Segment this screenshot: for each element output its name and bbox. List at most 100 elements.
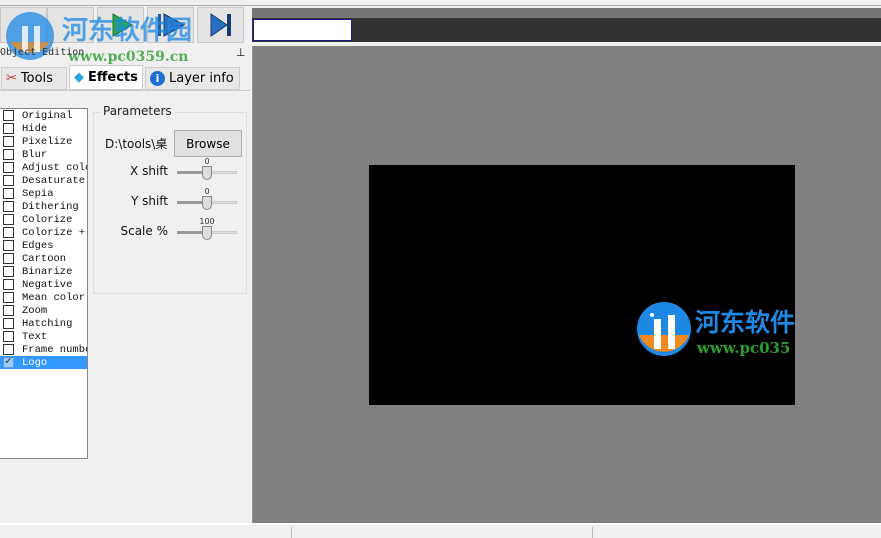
checkbox[interactable]: [3, 175, 14, 186]
slider-thumb[interactable]: [202, 166, 212, 180]
effect-item[interactable]: Dithering: [0, 200, 87, 213]
status-separator: [291, 527, 292, 538]
effect-item[interactable]: Negative: [0, 278, 87, 291]
effect-item[interactable]: Pixelize: [0, 135, 87, 148]
checkbox[interactable]: [3, 292, 14, 303]
tools-icon: ✂: [6, 71, 17, 86]
effect-item[interactable]: Cartoon: [0, 252, 87, 265]
effect-label: Original: [22, 109, 73, 122]
slider-value: 0: [204, 157, 210, 166]
skip-end-button[interactable]: [197, 7, 244, 43]
skip-end-icon: [210, 13, 231, 37]
browse-button[interactable]: Browse: [174, 130, 242, 157]
checkbox[interactable]: [3, 214, 14, 225]
effect-item[interactable]: Sepia: [0, 187, 87, 200]
effect-label: Blur: [22, 148, 48, 161]
slider-thumb[interactable]: [202, 196, 212, 210]
effect-item[interactable]: Mean color: [0, 291, 87, 304]
timeline[interactable]: [252, 8, 881, 42]
checkbox[interactable]: ✓: [3, 357, 14, 368]
checkbox[interactable]: [3, 227, 14, 238]
effect-item[interactable]: Zoom: [0, 304, 87, 317]
effect-item[interactable]: Desaturate: [0, 174, 87, 187]
checkbox[interactable]: [3, 188, 14, 199]
slider[interactable]: [177, 196, 237, 210]
checkbox[interactable]: [3, 149, 14, 160]
slider[interactable]: [177, 166, 237, 180]
tab-layer-info[interactable]: i Layer info: [145, 67, 240, 90]
effect-item[interactable]: Hide: [0, 122, 87, 135]
watermark-title: 河东软件园: [62, 16, 193, 46]
parameters-title: Parameters: [100, 104, 175, 118]
slider-value: 0: [204, 187, 210, 196]
checkbox[interactable]: [3, 240, 14, 251]
slider-value: 100: [199, 217, 215, 226]
slider-label: Scale %: [120, 224, 168, 238]
checkbox[interactable]: [3, 136, 14, 147]
checkbox[interactable]: [3, 266, 14, 277]
panel-title-text: Object Edition: [0, 47, 85, 58]
logo-overlay-title: 河东软件: [695, 308, 795, 337]
tab-effects[interactable]: ◆ Effects: [69, 65, 143, 90]
effect-label: Frame numbe: [22, 343, 88, 356]
timeline-selection[interactable]: [253, 19, 352, 41]
slider-label: X shift: [130, 164, 168, 178]
effect-label: Edges: [22, 239, 54, 252]
checkbox[interactable]: [3, 331, 14, 342]
checkbox[interactable]: [3, 344, 14, 355]
effect-label: Colorize: [22, 213, 73, 226]
checkbox[interactable]: [3, 201, 14, 212]
effect-item[interactable]: Text: [0, 330, 87, 343]
checkbox[interactable]: [3, 279, 14, 290]
checkbox[interactable]: [3, 162, 14, 173]
effect-label: Mean color: [22, 291, 86, 304]
info-icon: i: [150, 71, 165, 86]
pin-icon[interactable]: ⊥: [236, 46, 246, 59]
effect-item[interactable]: Frame numbe: [0, 343, 87, 356]
effects-list[interactable]: Original Hide Pixelize Blur Adjust colo Desat…: [0, 108, 88, 459]
checkbox[interactable]: [3, 305, 14, 316]
effect-label: Adjust colo: [22, 161, 88, 174]
slider[interactable]: [177, 226, 237, 240]
effect-label: Text: [22, 330, 48, 343]
effect-label: Hatching: [22, 317, 73, 330]
effect-item[interactable]: Binarize: [0, 265, 87, 278]
window-top-edge: [0, 0, 881, 6]
tab-label: Tools: [20, 71, 53, 86]
preview-area[interactable]: 河东软件 www.pc035: [252, 46, 881, 523]
tab-tools[interactable]: ✂ Tools: [1, 67, 67, 90]
checkbox[interactable]: [3, 253, 14, 264]
slider-thumb[interactable]: [202, 226, 212, 240]
effect-item[interactable]: Blur: [0, 148, 87, 161]
video-frame: 河东软件 www.pc035: [369, 165, 795, 405]
effect-item[interactable]: Original: [0, 109, 87, 122]
logo-overlay-url: www.pc035: [697, 339, 791, 357]
effect-item[interactable]: ✓ Logo: [0, 356, 87, 369]
diamond-icon: ◆: [74, 70, 84, 85]
checkbox[interactable]: [3, 318, 14, 329]
effect-label: Zoom: [22, 304, 48, 317]
effect-label: Hide: [22, 122, 48, 135]
panel-title: Object Edition: [0, 47, 250, 61]
tab-label: Effects: [88, 70, 138, 85]
logo-path: D:\tools\桌: [105, 137, 168, 151]
logo-overlay: [636, 301, 692, 357]
effect-label: Desaturate: [22, 174, 86, 187]
tab-label: Layer info: [169, 71, 234, 86]
effect-item[interactable]: Hatching: [0, 317, 87, 330]
effect-label: Negative: [22, 278, 73, 291]
effect-label: Sepia: [22, 187, 54, 200]
effect-item[interactable]: Edges: [0, 239, 87, 252]
status-bar: [0, 523, 881, 538]
effect-item[interactable]: Colorize +: [0, 226, 87, 239]
effect-label: Logo: [22, 356, 48, 369]
effect-label: Colorize +: [22, 226, 86, 239]
effect-item[interactable]: Adjust colo: [0, 161, 87, 174]
checkbox[interactable]: [3, 110, 14, 121]
checkbox[interactable]: [3, 123, 14, 134]
effect-item[interactable]: Colorize: [0, 213, 87, 226]
effect-label: Binarize: [22, 265, 73, 278]
slider-label: Y shift: [130, 194, 168, 208]
status-separator: [592, 527, 593, 538]
effect-label: Pixelize: [22, 135, 73, 148]
